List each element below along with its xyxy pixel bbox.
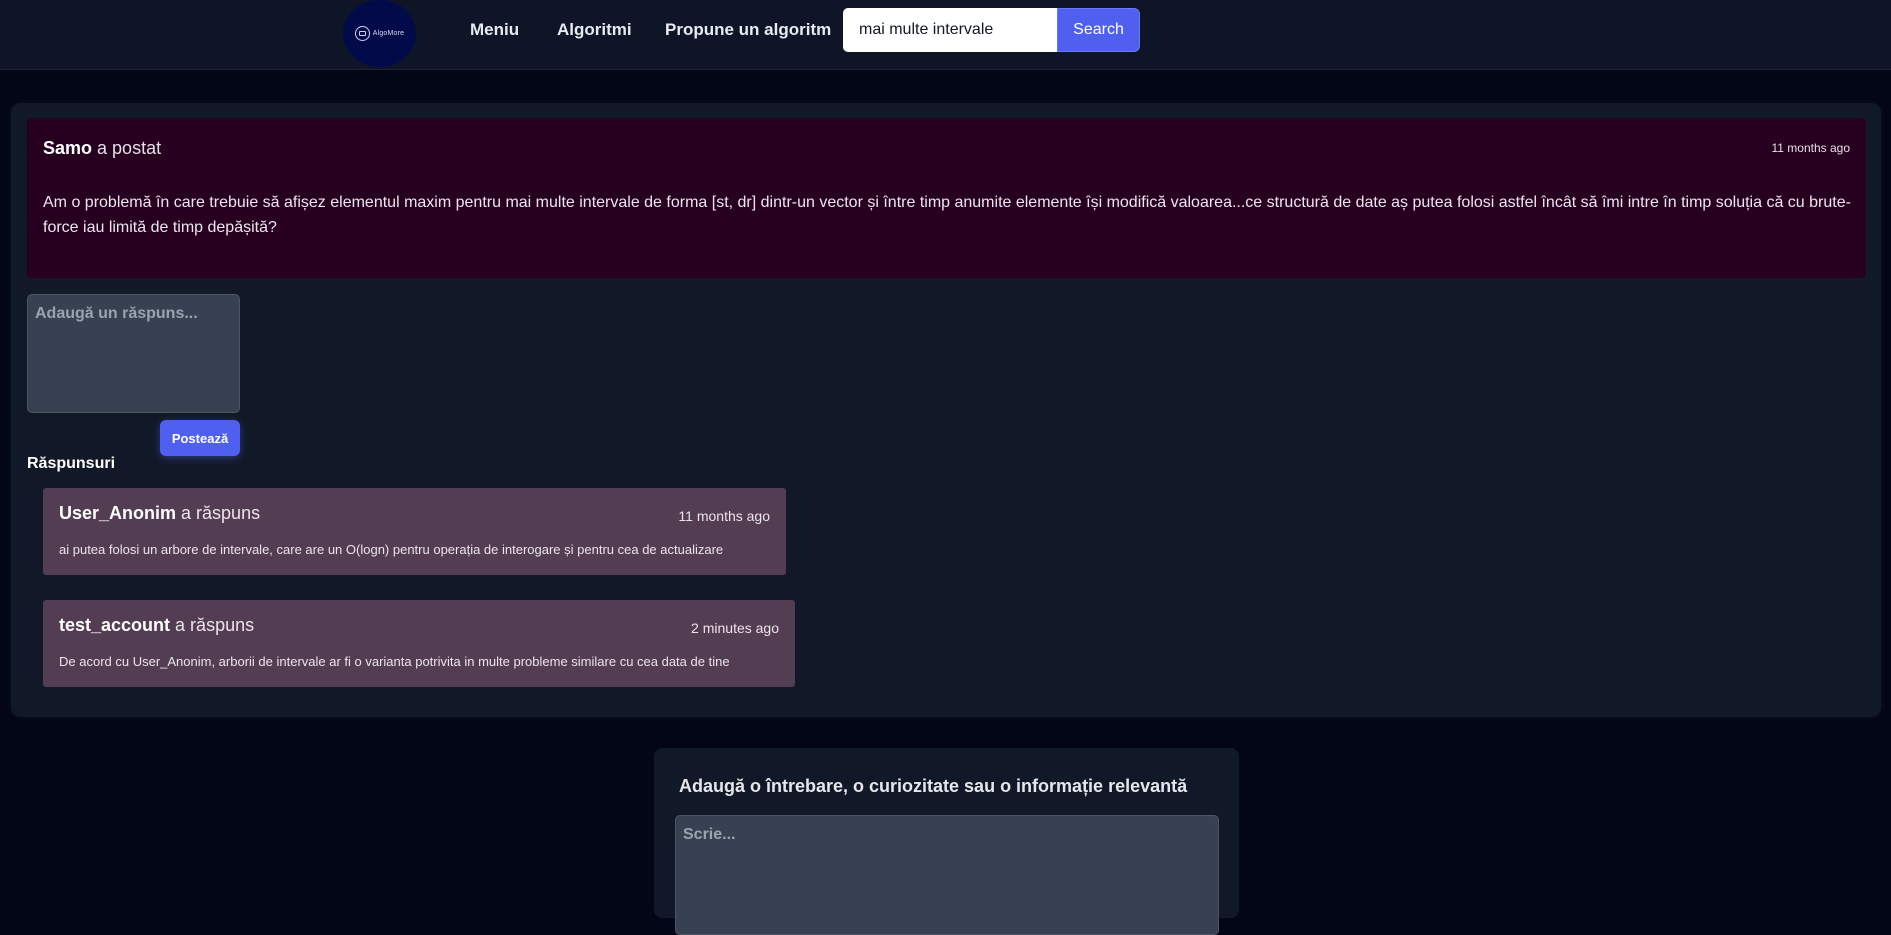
post-reply-button[interactable]: Postează [160,420,240,456]
question-action: a postat [92,138,162,158]
logo-icon [354,26,370,41]
search-input[interactable] [843,8,1057,52]
logo[interactable]: AlgoMore [343,0,416,67]
nav-link-meniu[interactable]: Meniu [470,20,519,40]
question-timestamp: 11 months ago [1771,141,1851,155]
reply-input[interactable] [27,294,240,413]
answer-action: a răspuns [170,615,255,635]
answer-timestamp: 2 minutes ago [691,620,779,636]
answer-author-line: User_Anonim a răspuns [59,503,260,524]
new-question-form: Adaugă o întrebare, o curiozitate sau o … [654,748,1239,935]
nav-link-algoritmi[interactable]: Algoritmi [557,20,632,40]
new-question-input[interactable] [675,815,1219,935]
answer-timestamp: 11 months ago [678,508,770,524]
answers-heading: Răspunsuri [27,455,116,472]
question-author[interactable]: Samo [43,138,92,158]
answer-body: De acord cu User_Anonim, arborii de inte… [59,654,730,669]
search-button[interactable]: Search [1057,8,1140,52]
navbar: AlgoMore Meniu Algoritmi Propune un algo… [0,0,1891,70]
logo-text: AlgoMore [372,30,405,37]
answer-action: a răspuns [176,503,261,523]
answer-author-line: test_account a răspuns [59,615,254,636]
logo-mark-group: AlgoMore [354,26,405,41]
question-body: Am o problemă în care trebuie să afișez … [43,194,1851,236]
question-author-line: Samo a postat [43,138,161,159]
answer-card: test_account a răspuns 2 minutes ago De … [43,600,795,687]
answer-body: ai putea folosi un arbore de intervale, … [59,542,724,557]
search-bar: Search [843,8,1140,52]
answer-author[interactable]: User_Anonim [59,503,176,523]
answer-card: User_Anonim a răspuns 11 months ago ai p… [43,488,786,575]
answer-author[interactable]: test_account [59,615,170,635]
question-card: Samo a postat 11 months ago Am o problem… [27,118,1866,278]
new-question-title: Adaugă o întrebare, o curiozitate sau o … [679,776,1188,796]
nav-link-propune-algoritm[interactable]: Propune un algoritm [665,20,831,40]
